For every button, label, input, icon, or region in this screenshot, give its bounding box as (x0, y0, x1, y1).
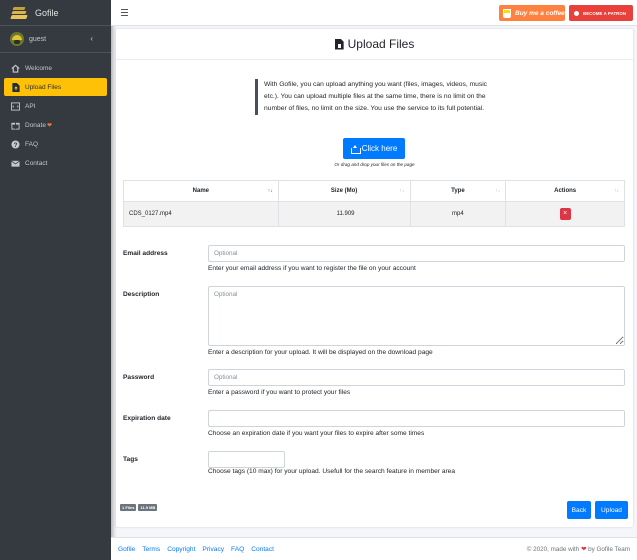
file-upload-icon (11, 82, 20, 92)
donate-icon (11, 121, 20, 130)
coffee-label: Buy me a coffee (515, 9, 565, 17)
footer-links: Gofile Terms Copyright Privacy FAQ Conta… (111, 546, 281, 553)
sidebar-item-label: FAQ (25, 140, 39, 148)
sort-icon: ↑↓ (495, 188, 501, 194)
page-title: Upload Files (334, 37, 415, 51)
sidebar-item-label: Donate (25, 121, 46, 129)
chevron-left-icon[interactable]: ‹ (90, 34, 93, 43)
click-here-label: Click here (361, 144, 398, 153)
footer: Gofile Terms Copyright Privacy FAQ Conta… (111, 537, 637, 560)
sidebar-item-upload-files[interactable]: Upload Files (4, 78, 107, 96)
cell-size: 11.909 (277, 201, 411, 227)
gofile-logo-icon (10, 6, 29, 20)
top-navbar: Buy me a coffee BECOME A PATRON (111, 0, 637, 26)
coffee-cup-icon (503, 8, 511, 18)
sidebar-item-faq[interactable]: ? FAQ (4, 135, 107, 153)
expiration-label: Expiration date (123, 415, 171, 422)
question-icon: ? (11, 139, 20, 149)
user-panel: guest ‹ (0, 26, 111, 53)
password-label: Password (123, 374, 155, 381)
brand-name: Gofile (35, 7, 59, 18)
upload-summary: 1 Files 11.9 MB (120, 504, 159, 511)
cell-actions: × (505, 201, 625, 227)
table-row: CDS_0127.mp4 11.909 mp4 × (123, 201, 625, 227)
sort-icon: ↑↓ (267, 188, 273, 194)
sidebar-item-contact[interactable]: Contact (4, 154, 107, 172)
home-icon (11, 64, 20, 73)
patreon-icon (574, 10, 579, 16)
sidebar-item-label: API (25, 102, 36, 110)
tags-field[interactable] (208, 451, 285, 468)
user-name[interactable]: guest (29, 36, 46, 43)
expiration-help: Choose an expiration date if you want yo… (208, 430, 425, 437)
credit-suffix: by Gofile Team (588, 545, 630, 553)
description-help: Enter a description for your upload. It … (208, 349, 433, 356)
sidebar-item-label: Contact (25, 159, 48, 167)
sidebar-item-welcome[interactable]: Welcome (4, 59, 107, 77)
password-help: Enter a password if you want to protect … (208, 389, 351, 396)
delete-file-button[interactable]: × (559, 208, 571, 220)
become-a-patron-button[interactable]: BECOME A PATRON (569, 5, 633, 21)
sidebar-item-label: Upload Files (25, 83, 62, 91)
column-header-size[interactable]: Size (Mo) ↑↓ (277, 180, 411, 202)
back-button[interactable]: Back (567, 501, 591, 519)
heart-icon: ❤ (46, 122, 52, 129)
heart-icon: ❤ (581, 545, 587, 553)
sidebar-nav: Welcome Upload Files API Donate ❤ ? FAQ (0, 53, 111, 172)
buy-me-a-coffee-button[interactable]: Buy me a coffee (499, 5, 565, 21)
intro-text: With Gofile, you can upload anything you… (255, 79, 488, 115)
patreon-label: BECOME A PATRON (583, 10, 627, 16)
upload-card: Upload Files With Gofile, you can upload… (116, 29, 633, 527)
sort-icon: ↑↓ (614, 188, 619, 194)
files-table: Name ↑↓ Size (Mo) ↑↓ Type ↑↓ Actions ↑↓ CDS_… (123, 180, 625, 227)
cell-type: mp4 (409, 201, 507, 227)
description-field[interactable] (208, 286, 625, 346)
upload-icon (350, 144, 361, 154)
sidebar-item-donate[interactable]: Donate ❤ (4, 116, 107, 134)
file-upload-icon (334, 38, 344, 50)
footer-credit: © 2020, made with ❤ by Gofile Team (527, 546, 630, 553)
sort-icon: ↑↓ (399, 188, 405, 194)
footer-link-gofile[interactable]: Gofile (118, 546, 135, 553)
files-count-badge: 1 Files (120, 504, 137, 511)
avatar (10, 32, 24, 46)
footer-link-copyright[interactable]: Copyright (167, 546, 195, 553)
table-header-row: Name ↑↓ Size (Mo) ↑↓ Type ↑↓ Actions ↑↓ (123, 180, 625, 202)
brand-link[interactable]: Gofile (0, 0, 111, 26)
tags-label: Tags (123, 456, 138, 463)
email-help: Enter your email address if you want to … (208, 265, 416, 272)
tags-help: Choose tags (10 max) for your upload. Us… (208, 468, 456, 475)
envelope-icon (11, 159, 20, 168)
footer-link-terms[interactable]: Terms (142, 546, 160, 553)
sidebar: Gofile guest ‹ Welcome Upload Files API (0, 0, 111, 560)
code-icon (11, 101, 20, 111)
cell-name: CDS_0127.mp4 (123, 201, 279, 227)
email-label: Email address (123, 250, 168, 257)
sidebar-item-api[interactable]: API (4, 97, 107, 115)
description-label: Description (123, 291, 160, 298)
email-field[interactable] (208, 245, 625, 262)
sidebar-item-label: Welcome (25, 64, 52, 72)
column-header-name[interactable]: Name ↑↓ (123, 180, 279, 202)
click-here-upload-button[interactable]: Click here (343, 138, 405, 159)
footer-link-faq[interactable]: FAQ (231, 546, 244, 553)
card-header: Upload Files (116, 29, 633, 60)
drop-hint: Or drag and drop your files on the page (334, 162, 415, 167)
column-header-actions[interactable]: Actions ↑↓ (505, 180, 625, 202)
credit-prefix: © 2020, made with (526, 545, 580, 553)
column-header-type[interactable]: Type ↑↓ (409, 180, 507, 202)
expiration-date-field[interactable] (208, 410, 625, 427)
password-field[interactable] (208, 369, 625, 386)
upload-button[interactable]: Upload (595, 501, 628, 519)
svg-text:?: ? (14, 141, 18, 148)
page-title-text: Upload Files (347, 37, 415, 51)
footer-link-privacy[interactable]: Privacy (202, 546, 224, 553)
menu-icon[interactable] (121, 9, 128, 16)
footer-link-contact[interactable]: Contact (251, 546, 274, 553)
total-size-badge: 11.9 MB (138, 504, 158, 511)
